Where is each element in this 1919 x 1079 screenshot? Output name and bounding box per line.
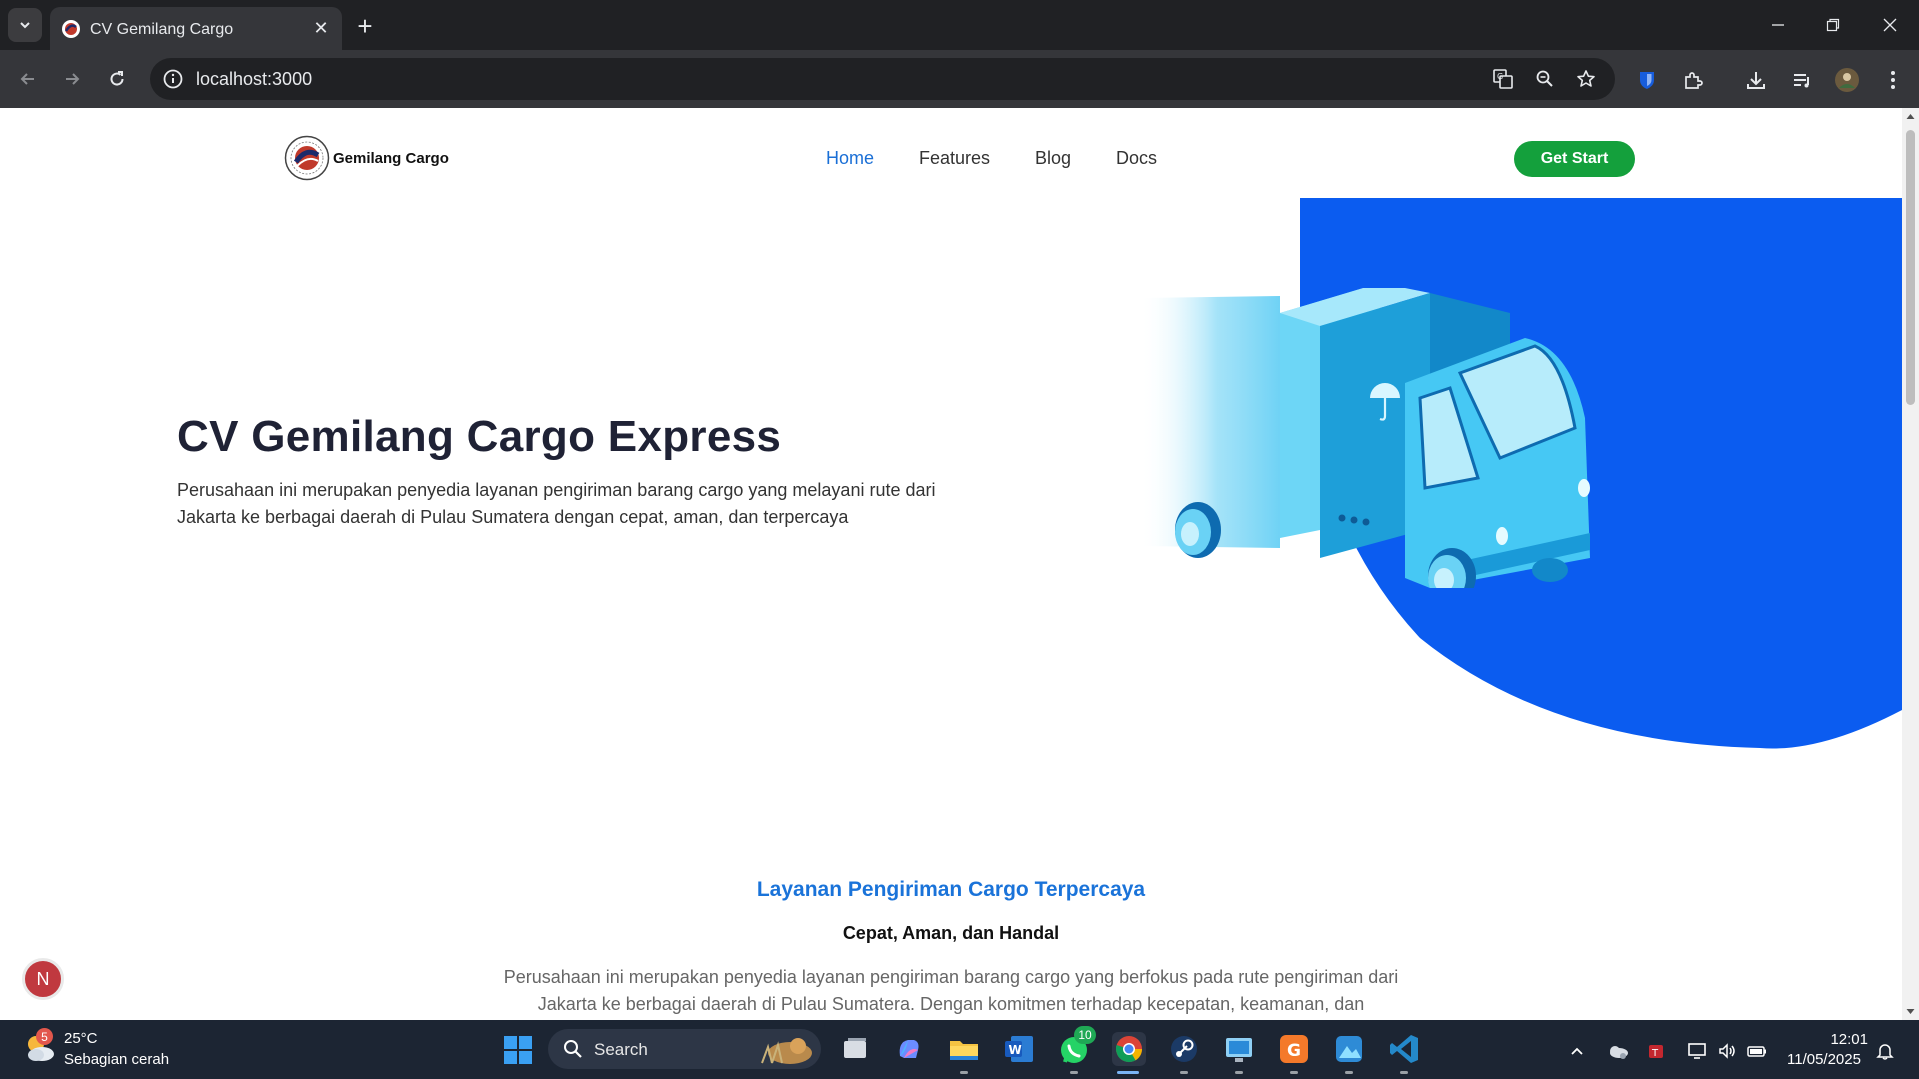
nav-docs[interactable]: Docs [1116,148,1157,169]
downloads-icon[interactable] [1743,67,1769,93]
photos-app-icon[interactable] [1332,1032,1366,1066]
forward-button[interactable] [56,63,88,95]
search-label: Search [594,1040,648,1059]
weather-temperature: 25°C [64,1030,98,1047]
scroll-down-icon[interactable] [1906,1007,1915,1016]
page-viewport: Gemilang Cargo Home Features Blog Docs G… [0,108,1919,1020]
reload-button[interactable] [101,63,133,95]
file-explorer-running-indicator [960,1071,968,1074]
battery-icon[interactable] [1746,1040,1768,1062]
svg-text:G: G [1287,1041,1301,1061]
arrow-right-icon [66,73,80,85]
tab-search-button[interactable] [8,8,42,42]
browser-toolbar: localhost:3000 G [0,50,1919,108]
url-text: localhost:3000 [196,69,313,89]
restore-icon [1826,18,1840,32]
svg-text:G: G [1497,72,1503,81]
whatsapp-running-indicator [1070,1071,1078,1074]
minimize-window-button[interactable] [1756,8,1800,42]
steam-running-indicator [1180,1071,1188,1074]
bitwarden-shield-icon[interactable] [1634,67,1660,93]
notification-bell-icon[interactable] [1874,1040,1896,1062]
steam-icon[interactable] [1167,1032,1201,1066]
zoom-icon[interactable] [1533,67,1557,91]
fab-letter: N [36,968,50,989]
photos-app-running-indicator [1345,1071,1353,1074]
chevron-down-icon [20,22,30,29]
search-highlight-illustration-icon [761,1038,812,1064]
chrome-icon[interactable] [1112,1032,1146,1066]
minimize-icon [1772,24,1784,26]
site-favicon-icon [62,20,80,38]
bookmark-star-icon[interactable] [1574,67,1598,91]
search-icon [564,1040,582,1058]
close-icon [1883,18,1897,32]
browser-tab[interactable]: CV Gemilang Cargo ✕ [50,7,342,50]
site-info-icon[interactable] [162,68,184,90]
close-window-button[interactable] [1868,8,1912,42]
arrow-left-icon [20,73,34,85]
services-section-title: Layanan Pengiriman Cargo Terpercaya [756,878,1146,901]
browser-tab-bar: CV Gemilang Cargo ✕ + [0,0,1919,50]
services-section-description: Perusahaan ini merupakan penyedia layana… [503,967,1399,1014]
get-start-button[interactable]: Get Start [1514,141,1635,177]
windows-start-button[interactable] [503,1035,533,1065]
browser-menu-icon[interactable] [1880,67,1906,93]
restore-window-button[interactable] [1811,8,1855,42]
nav-features[interactable]: Features [919,148,990,169]
weather-description: Sebagian cerah [64,1051,170,1068]
weather-widget[interactable]: 5 [22,1028,62,1070]
back-button[interactable] [12,63,44,95]
volume-icon[interactable] [1716,1040,1738,1062]
profile-avatar[interactable] [1834,67,1860,93]
translate-icon[interactable]: G [1491,67,1515,91]
brand-name[interactable]: Gemilang Cargo [333,150,449,167]
network-icon[interactable] [1686,1040,1708,1062]
nav-home[interactable]: Home [826,148,874,169]
tab-close-icon[interactable]: ✕ [309,16,333,40]
hero-title: CV Gemilang Cargo Express [177,412,782,461]
clock-time[interactable]: 12:01 [1830,1031,1868,1048]
next-dev-indicator-button[interactable]: N [22,958,64,1000]
vscode-icon[interactable] [1387,1032,1421,1066]
taskbar-search[interactable]: Search [548,1029,821,1069]
task-view-icon[interactable] [838,1032,872,1066]
svg-text:T: T [1651,1048,1659,1059]
clock-date[interactable]: 11/05/2025 [1787,1051,1861,1068]
word-icon[interactable]: W [1002,1032,1036,1066]
vscode-running-indicator [1400,1071,1408,1074]
gemini-app-icon[interactable]: G [1277,1032,1311,1066]
services-section-subtitle: Cepat, Aman, dan Handal [842,923,1060,943]
hero-description: Perusahaan ini merupakan penyedia layana… [177,480,936,527]
weather-badge: 5 [36,1028,53,1045]
windows-logo-icon [504,1036,532,1064]
gemilang-logo-icon[interactable] [284,135,330,181]
address-bar[interactable]: localhost:3000 G [150,58,1615,100]
remote-desktop-icon[interactable] [1222,1032,1256,1066]
tab-title: CV Gemilang Cargo [90,21,234,38]
whatsapp-badge: 10 [1074,1026,1096,1044]
antivirus-tray-icon[interactable]: T [1645,1040,1667,1062]
extensions-puzzle-icon[interactable] [1680,67,1706,93]
onedrive-icon[interactable] [1607,1040,1629,1062]
copilot-icon[interactable] [892,1032,926,1066]
whatsapp-icon[interactable]: 10 [1057,1026,1096,1066]
gemini-app-running-indicator [1290,1071,1298,1074]
media-controls-icon[interactable] [1789,67,1815,93]
windows-taskbar: 5 25°C Sebagian cerah Search W 10 G T 12… [0,1020,1919,1079]
scrollbar-thumb[interactable] [1906,130,1915,405]
file-explorer-icon[interactable] [947,1032,981,1066]
nav-blog[interactable]: Blog [1035,148,1071,169]
svg-text:W: W [1009,1043,1022,1057]
scroll-up-icon[interactable] [1906,112,1915,121]
tray-chevron-up-icon[interactable] [1566,1040,1588,1062]
truck-illustration [1140,288,1590,588]
remote-desktop-running-indicator [1235,1071,1243,1074]
new-tab-plus-icon[interactable]: + [350,11,380,41]
chrome-active-indicator [1117,1071,1139,1074]
reload-icon [110,71,124,86]
page-scrollbar[interactable] [1902,108,1919,1020]
